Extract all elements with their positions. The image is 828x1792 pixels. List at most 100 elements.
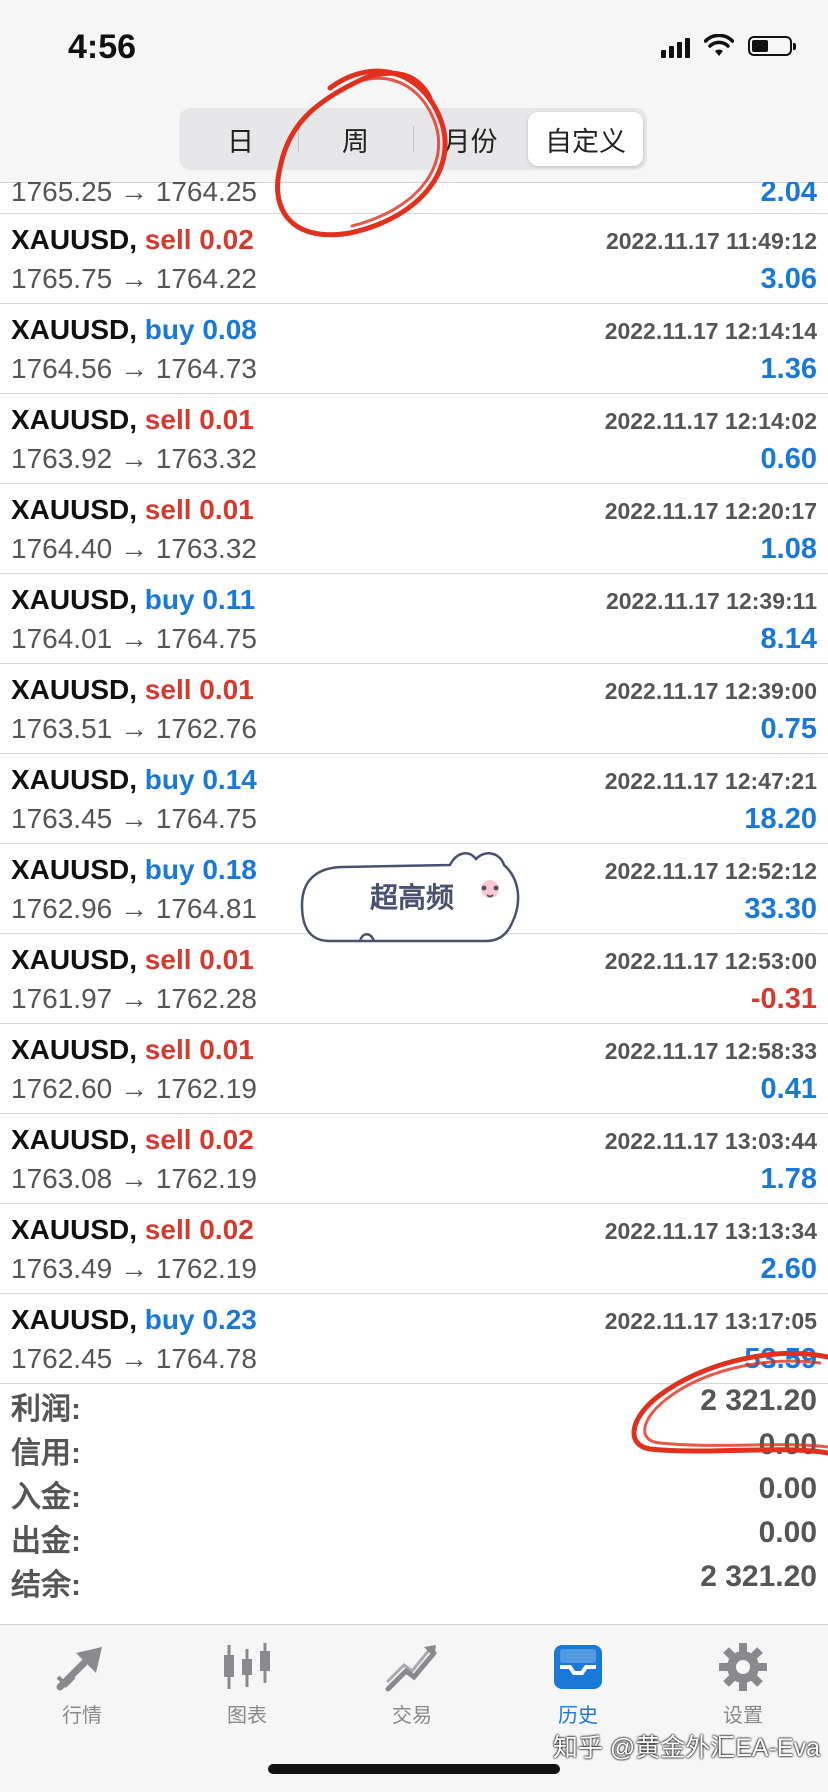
tab-label: 历史: [558, 1705, 598, 1727]
trade-prices: 1765.75 → 1764.22: [11, 263, 257, 294]
trade-side: sell: [144, 1214, 192, 1245]
table-row[interactable]: XAUUSD, sell 0.02 2022.11.17 13:13:34 1763…: [0, 1204, 828, 1294]
trade-volume: 0.23: [202, 1304, 257, 1335]
summary-row-credit: 信用: 0.00: [0, 1428, 828, 1472]
trade-volume: 0.14: [202, 764, 257, 795]
trade-time: 2022.11.17 13:13:34: [604, 1218, 817, 1244]
trade-title: XAUUSD, sell 0.01: [11, 404, 254, 436]
trade-prices: 1763.92 → 1763.32: [11, 443, 257, 474]
trade-volume: 0.01: [199, 944, 254, 975]
gear-icon: [719, 1643, 767, 1691]
table-row[interactable]: XAUUSD, buy 0.08 2022.11.17 12:14:14 1764.…: [0, 304, 828, 394]
trade-time: 2022.11.17 12:47:21: [604, 768, 817, 794]
summary-row-balance: 结余: 2 321.20: [0, 1560, 828, 1604]
trade-symbol: XAUUSD,: [11, 944, 138, 975]
table-row[interactable]: XAUUSD, sell 0.02 2022.11.17 13:03:44 1763…: [0, 1114, 828, 1204]
tab-trade[interactable]: 交易: [352, 1641, 472, 1728]
summary-label: 入金:: [11, 1481, 81, 1514]
trade-symbol: XAUUSD,: [11, 1304, 138, 1335]
trade-volume: 0.18: [202, 854, 257, 885]
trade-volume: 0.02: [199, 1124, 254, 1155]
trade-prices: 1765.25 → 1764.25: [11, 182, 257, 207]
status-time: 4:56: [68, 28, 137, 66]
trade-profit: 8.14: [760, 623, 817, 655]
segment-custom[interactable]: 自定义: [528, 112, 643, 166]
trade-volume: 0.08: [202, 314, 257, 345]
sticker-text: 超高频: [370, 881, 454, 914]
table-row[interactable]: XAUUSD, buy 0.14 2022.11.17 12:47:21 1763.…: [0, 754, 828, 844]
tab-label: 行情: [62, 1705, 102, 1727]
trade-time: 2022.11.17 12:39:00: [604, 678, 817, 704]
trade-prices: 1764.56 → 1764.73: [11, 353, 257, 384]
trade-side: buy: [144, 854, 195, 885]
table-row[interactable]: XAUUSD, sell 0.01 2022.11.17 12:20:17 1764…: [0, 484, 828, 574]
table-row[interactable]: XAUUSD, sell 0.01 2022.11.17 12:14:02 1763…: [0, 394, 828, 484]
summary-row-withdrawal: 出金: 0.00: [0, 1516, 828, 1560]
trade-prices: 1762.45 → 1764.78: [11, 1343, 257, 1374]
trade-prices: 1762.96 → 1764.81: [11, 893, 257, 924]
trade-title: XAUUSD, buy 0.14: [11, 764, 257, 796]
trade-profit: 53.59: [744, 1343, 817, 1375]
summary-label: 结余:: [11, 1569, 81, 1602]
summary-value: 2 321.20: [700, 1384, 817, 1417]
tab-quotes[interactable]: 行情: [22, 1641, 142, 1728]
trade-time: 2022.11.17 12:53:00: [604, 948, 817, 974]
trade-title: XAUUSD, buy 0.11: [11, 584, 255, 616]
trade-time: 2022.11.17 12:14:14: [604, 318, 817, 344]
segment-week[interactable]: 周: [298, 112, 413, 166]
trade-volume: 0.01: [199, 404, 254, 435]
summary-label: 利润:: [11, 1393, 81, 1426]
trade-time: 2022.11.17 12:58:33: [604, 1038, 817, 1064]
table-row[interactable]: 1765.25 → 1764.25 2.04: [0, 182, 828, 214]
segment-day[interactable]: 日: [183, 112, 298, 166]
trade-volume: 0.02: [199, 224, 254, 255]
tab-settings[interactable]: 设置: [683, 1641, 803, 1728]
trade-title: XAUUSD, sell 0.02: [11, 1214, 254, 1246]
summary-row-deposit: 入金: 0.00: [0, 1472, 828, 1516]
trade-symbol: XAUUSD,: [11, 1124, 138, 1155]
trade-profit: 0.75: [760, 713, 817, 745]
trade-prices: 1763.49 → 1762.19: [11, 1253, 257, 1284]
trade-volume: 0.01: [199, 1034, 254, 1065]
trade-history-list: 1765.25 → 1764.25 2.04 XAUUSD, sell 0.02…: [0, 182, 828, 1384]
trade-symbol: XAUUSD,: [11, 764, 138, 795]
trade-side: sell: [144, 674, 192, 705]
trade-side: sell: [144, 944, 192, 975]
home-indicator[interactable]: [268, 1764, 560, 1774]
battery-icon: [748, 36, 796, 56]
watermark-text: 知乎 @黄金外汇EA-Eva: [552, 1734, 820, 1762]
trade-side: sell: [144, 224, 192, 255]
trade-title: XAUUSD, sell 0.01: [11, 494, 254, 526]
table-row[interactable]: XAUUSD, buy 0.23 2022.11.17 13:17:05 1762.…: [0, 1294, 828, 1384]
trade-symbol: XAUUSD,: [11, 314, 138, 345]
tab-charts[interactable]: 图表: [187, 1641, 307, 1728]
trade-prices: 1761.97 → 1762.28: [11, 983, 257, 1014]
trade-title: XAUUSD, sell 0.02: [11, 224, 254, 256]
trade-profit: 0.60: [760, 443, 817, 475]
trade-side: buy: [144, 584, 195, 615]
table-row[interactable]: XAUUSD, sell 0.01 2022.11.17 12:58:33 1762…: [0, 1024, 828, 1114]
trade-symbol: XAUUSD,: [11, 404, 138, 435]
summary-label: 信用:: [11, 1437, 81, 1470]
table-row[interactable]: XAUUSD, sell 0.01 2022.11.17 12:39:00 1763…: [0, 664, 828, 754]
period-segmented-control: 日 周 月份 自定义: [179, 108, 647, 170]
trade-title: XAUUSD, sell 0.01: [11, 674, 254, 706]
tab-label: 交易: [392, 1705, 432, 1727]
tab-label: 图表: [227, 1705, 267, 1727]
trade-prices: 1764.01 → 1764.75: [11, 623, 257, 654]
table-row[interactable]: XAUUSD, sell 0.02 2022.11.17 11:49:12 1765…: [0, 214, 828, 304]
trade-symbol: XAUUSD,: [11, 1214, 138, 1245]
tab-history[interactable]: 历史: [518, 1641, 638, 1728]
trade-symbol: XAUUSD,: [11, 224, 138, 255]
trade-profit: 3.06: [760, 263, 817, 295]
trade-profit: 1.36: [760, 353, 817, 385]
trade-profit: -0.31: [750, 983, 817, 1015]
table-row[interactable]: XAUUSD, buy 0.11 2022.11.17 12:39:11 1764.…: [0, 574, 828, 664]
segment-month[interactable]: 月份: [413, 112, 528, 166]
trade-prices: 1763.45 → 1764.75: [11, 803, 257, 834]
summary-value: 2 321.20: [700, 1560, 817, 1593]
trade-prices: 1762.60 → 1762.19: [11, 1073, 257, 1104]
wifi-icon: [704, 34, 734, 56]
trade-symbol: XAUUSD,: [11, 584, 138, 615]
trade-volume: 0.01: [199, 674, 254, 705]
